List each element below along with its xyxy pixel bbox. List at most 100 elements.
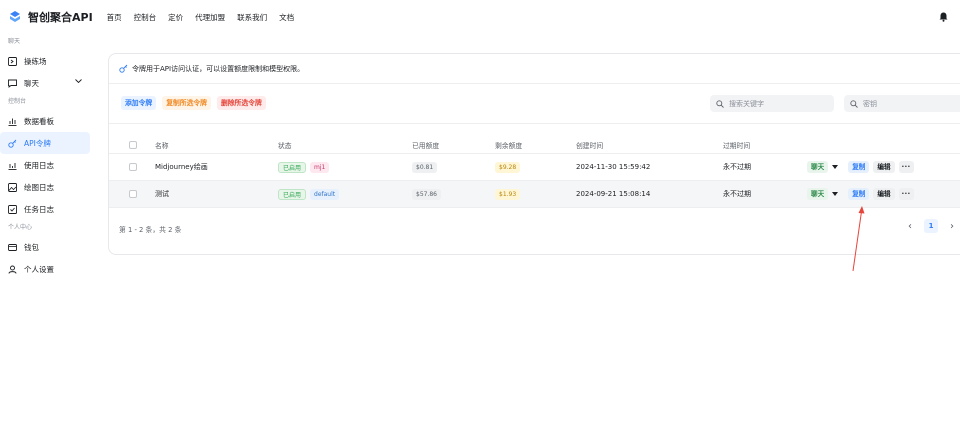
sidebar-item-dashboard[interactable]: 数据看板 xyxy=(0,110,90,132)
sidebar-group-console: 控制台 xyxy=(8,98,27,105)
created-time: 2024-11-30 15:59:42 xyxy=(576,163,651,171)
brand-name: 智创聚合API xyxy=(28,11,93,24)
task-icon xyxy=(8,204,17,214)
sidebar-item-label: 数据看板 xyxy=(24,116,54,126)
notification-button[interactable] xyxy=(936,10,950,24)
tokens-card: 令牌用于API访问认证，可以设置额度限制和模型权限。 添加令牌 复制所选令牌 删… xyxy=(108,53,960,255)
sidebar-item-usage-log[interactable]: 使用日志 xyxy=(0,154,90,176)
sidebar-group-personal: 个人中心 xyxy=(8,224,33,231)
log-icon xyxy=(8,161,17,170)
logo-icon xyxy=(10,11,20,22)
row-checkbox[interactable] xyxy=(129,163,137,171)
used-quota: $57.86 xyxy=(412,188,441,200)
sidebar: 聊天 操练场 聊天 控制台 数据看板 API令牌 使用日志 绘图日志 任务日志 … xyxy=(0,34,95,445)
used-quota: $0.81 xyxy=(412,161,438,173)
table-row: Midjourney绘画 已启用 mj1 $0.81 $9.28 2024-11… xyxy=(109,154,960,181)
nav-agent[interactable]: 代理加盟 xyxy=(195,12,225,23)
user-icon xyxy=(8,265,17,274)
chat-dropdown-icon[interactable] xyxy=(832,165,839,169)
copy-button[interactable]: 复制 xyxy=(848,161,870,173)
copy-selected-button[interactable]: 复制所选令牌 xyxy=(162,96,211,110)
toolbar: 添加令牌 复制所选令牌 删除所选令牌 xyxy=(121,96,272,110)
header-expire: 过期时间 xyxy=(723,141,751,150)
nav-pricing[interactable]: 定价 xyxy=(168,12,183,23)
sidebar-item-settings[interactable]: 个人设置 xyxy=(0,258,90,280)
group-badge: default xyxy=(310,188,340,200)
sidebar-item-chat[interactable]: 聊天 xyxy=(0,72,90,94)
sidebar-item-playground[interactable]: 操练场 xyxy=(0,50,90,72)
nav-docs[interactable]: 文档 xyxy=(279,12,294,23)
row-checkbox[interactable] xyxy=(129,190,137,198)
more-button[interactable]: ··· xyxy=(898,188,914,200)
chat-button[interactable]: 聊天 xyxy=(807,188,829,200)
search-icon xyxy=(850,99,858,108)
sidebar-item-label: 钱包 xyxy=(24,242,39,252)
sidebar-group-chat: 聊天 xyxy=(8,38,21,45)
key-icon xyxy=(8,139,17,148)
keyword-search[interactable] xyxy=(710,95,834,112)
remain-quota: $1.93 xyxy=(495,188,521,200)
edit-button[interactable]: 编辑 xyxy=(873,188,895,200)
sidebar-item-label: API令牌 xyxy=(24,138,51,148)
remain-quota: $9.28 xyxy=(495,161,521,173)
more-button[interactable]: ··· xyxy=(898,161,914,173)
token-name: 测试 xyxy=(155,190,169,198)
key-icon xyxy=(119,64,128,73)
expire-time: 永不过期 xyxy=(723,190,751,198)
sidebar-item-label: 绘图日志 xyxy=(24,182,54,192)
top-nav: 首页 控制台 定价 代理加盟 联系我们 文档 xyxy=(107,12,307,23)
nav-contact[interactable]: 联系我们 xyxy=(237,12,267,23)
playground-icon xyxy=(8,56,17,66)
select-all-checkbox[interactable] xyxy=(129,140,137,149)
chart-icon xyxy=(8,117,17,126)
chat-dropdown-icon[interactable] xyxy=(832,192,839,196)
sidebar-item-task-log[interactable]: 任务日志 xyxy=(0,198,90,220)
wallet-icon xyxy=(8,243,17,252)
copy-button[interactable]: 复制 xyxy=(848,188,870,200)
divider xyxy=(109,123,960,124)
table-header: 名称 状态 已用额度 剩余额度 创建时间 过期时间 xyxy=(109,136,960,154)
header-status: 状态 xyxy=(278,141,292,150)
sidebar-item-label: 个人设置 xyxy=(24,264,54,274)
sidebar-item-api-tokens[interactable]: API令牌 xyxy=(0,132,90,154)
nav-home[interactable]: 首页 xyxy=(107,12,122,23)
header-used: 已用额度 xyxy=(412,141,440,150)
next-page-button[interactable]: › xyxy=(946,219,958,233)
key-search-input[interactable] xyxy=(863,99,943,108)
tokens-table: 名称 状态 已用额度 剩余额度 创建时间 过期时间 Midjourney绘画 已… xyxy=(109,136,960,208)
key-search[interactable] xyxy=(844,95,960,112)
expire-time: 永不过期 xyxy=(723,163,751,171)
page-1-button[interactable]: 1 xyxy=(924,219,938,233)
sidebar-item-label: 任务日志 xyxy=(24,204,54,214)
table-row: 测试 已启用 default $57.86 $1.93 2024-09-21 1… xyxy=(109,181,960,208)
created-time: 2024-09-21 15:08:14 xyxy=(576,190,651,198)
pagination: ‹ 1 › xyxy=(904,219,958,233)
edit-button[interactable]: 编辑 xyxy=(873,161,895,173)
chevron-down-icon[interactable] xyxy=(75,79,82,84)
info-text: 令牌用于API访问认证，可以设置额度限制和模型权限。 xyxy=(132,64,305,73)
header-name: 名称 xyxy=(155,141,169,150)
status-badge: 已启用 xyxy=(278,161,307,173)
keyword-search-input[interactable] xyxy=(729,99,809,108)
sidebar-item-wallet[interactable]: 钱包 xyxy=(0,236,90,258)
delete-selected-button[interactable]: 删除所选令牌 xyxy=(216,96,266,110)
card-info: 令牌用于API访问认证，可以设置额度限制和模型权限。 xyxy=(109,54,960,84)
annotation-arrow-icon xyxy=(852,206,865,272)
prev-page-button[interactable]: ‹ xyxy=(904,219,916,233)
search-icon xyxy=(716,99,724,108)
pagination-summary: 第 1 - 2 条，共 2 条 xyxy=(119,226,182,234)
chat-icon xyxy=(8,79,17,88)
sidebar-item-label: 聊天 xyxy=(24,78,39,88)
image-icon xyxy=(8,182,17,192)
status-badge: 已启用 xyxy=(278,188,307,200)
add-token-button[interactable]: 添加令牌 xyxy=(121,96,157,110)
top-navbar: 智创聚合API 首页 控制台 定价 代理加盟 联系我们 文档 xyxy=(0,0,960,34)
chat-button[interactable]: 聊天 xyxy=(807,161,829,173)
header-created: 创建时间 xyxy=(576,141,604,150)
group-badge: mj1 xyxy=(310,161,330,173)
token-name: Midjourney绘画 xyxy=(155,163,208,171)
brand-logo[interactable]: 智创聚合API xyxy=(8,9,93,25)
sidebar-item-drawing-log[interactable]: 绘图日志 xyxy=(0,176,90,198)
nav-console[interactable]: 控制台 xyxy=(134,12,157,23)
sidebar-item-label: 使用日志 xyxy=(24,160,54,170)
